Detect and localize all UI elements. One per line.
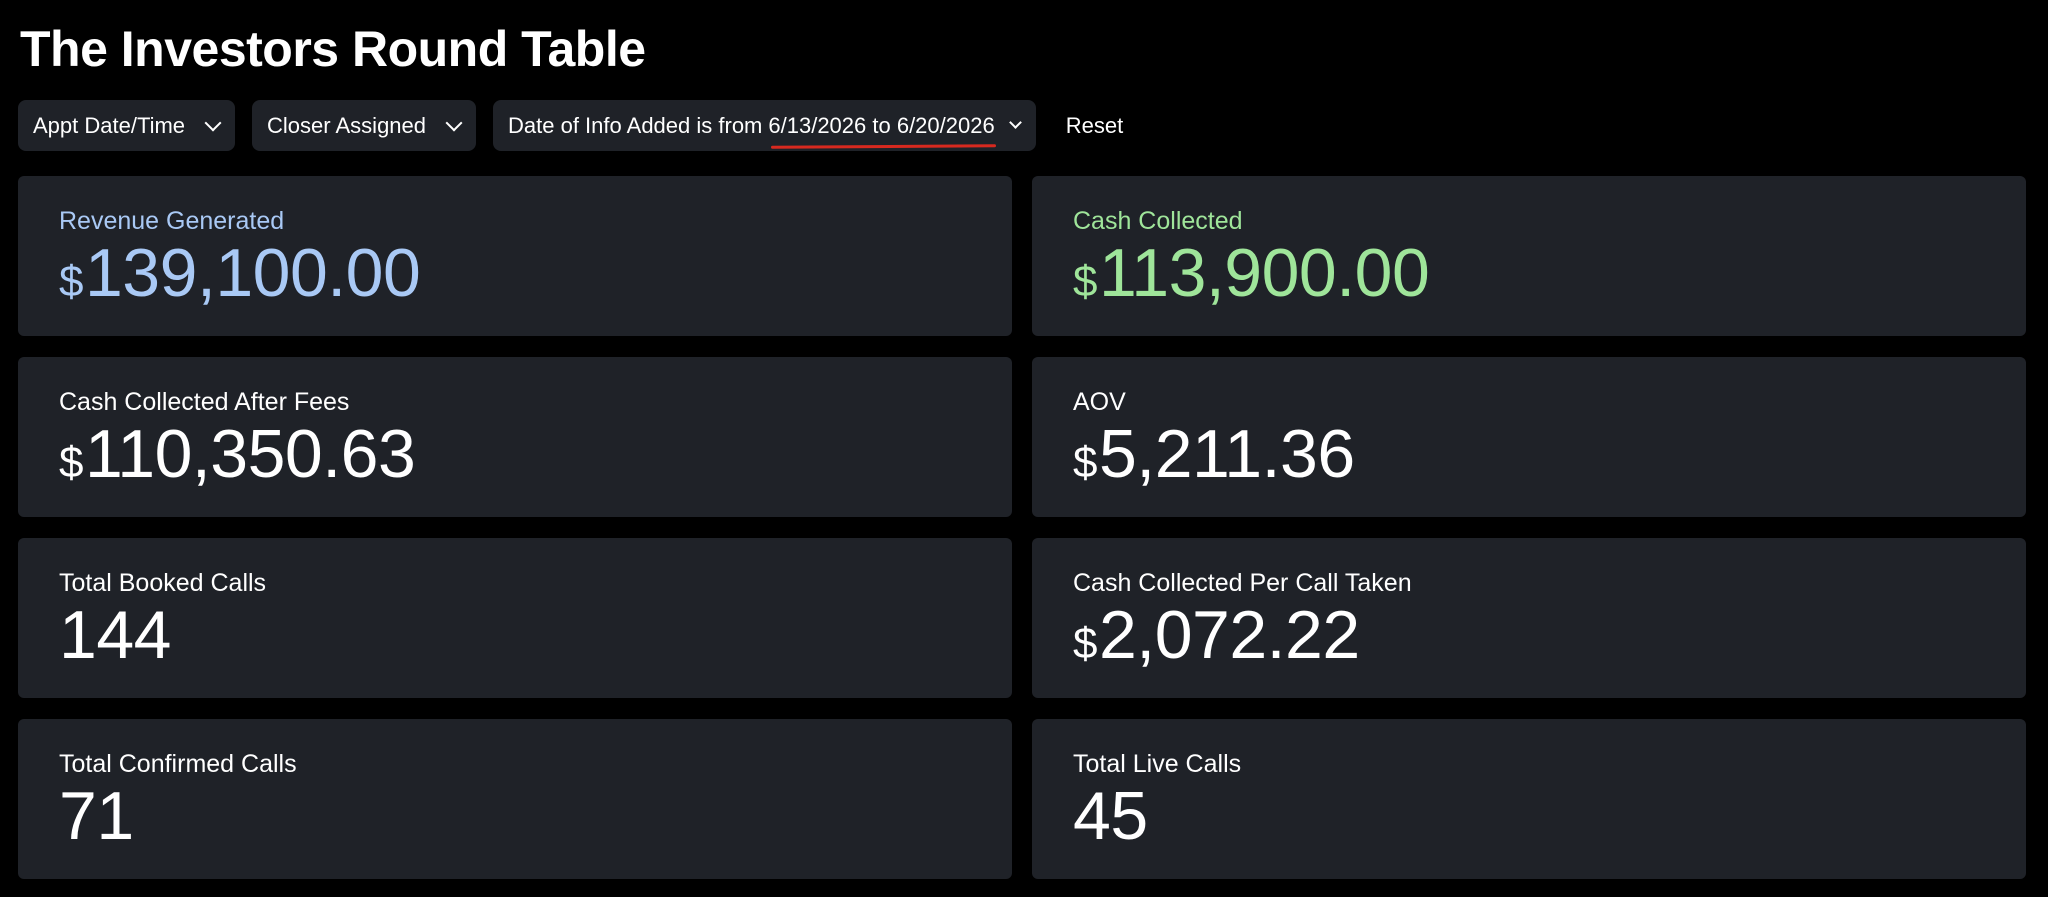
chevron-down-icon bbox=[445, 114, 463, 131]
metric-value: 144 bbox=[59, 596, 1012, 674]
currency-symbol: $ bbox=[59, 438, 83, 487]
date-filter-range: 6/13/2026 to 6/20/2026 bbox=[768, 112, 995, 138]
currency-symbol: $ bbox=[1073, 438, 1097, 487]
metric-number: 139,100.00 bbox=[84, 235, 421, 311]
metric-label: AOV bbox=[1073, 388, 1126, 416]
metric-number: 5,211.36 bbox=[1098, 416, 1355, 492]
metric-value: $5,211.36 bbox=[1073, 415, 2026, 502]
metric-label: Total Live Calls bbox=[1073, 750, 1242, 778]
metric-number: 113,900.00 bbox=[1098, 235, 1430, 311]
metric-label: Cash Collected bbox=[1073, 207, 1243, 235]
currency-symbol: $ bbox=[1073, 257, 1097, 306]
metric-label: Total Confirmed Calls bbox=[59, 750, 297, 778]
total-live-calls-card: Total Live Calls 45 bbox=[1032, 719, 2026, 879]
metric-number: 110,350.63 bbox=[84, 416, 416, 492]
cash-collected-card: Cash Collected $113,900.00 bbox=[1032, 176, 2026, 336]
metric-number: 71 bbox=[59, 778, 134, 854]
metric-value: $2,072.22 bbox=[1073, 596, 2026, 683]
metric-label: Total Booked Calls bbox=[59, 569, 267, 597]
closer-assigned-filter[interactable]: Closer Assigned bbox=[252, 100, 477, 151]
metric-value: $139,100.00 bbox=[59, 234, 1012, 321]
metrics-grid: Revenue Generated $139,100.00 Cash Colle… bbox=[18, 176, 2030, 879]
cash-per-call-card: Cash Collected Per Call Taken $2,072.22 bbox=[1032, 538, 2026, 698]
aov-card: AOV $5,211.36 bbox=[1032, 357, 2026, 517]
chevron-down-icon bbox=[204, 114, 222, 131]
filter-bar: Appt Date/Time Closer Assigned Date of I… bbox=[18, 100, 1123, 151]
reset-button[interactable]: Reset bbox=[1066, 113, 1123, 139]
metric-value: 45 bbox=[1073, 777, 2026, 855]
cash-after-fees-card: Cash Collected After Fees $110,350.63 bbox=[18, 357, 1012, 517]
appt-datetime-filter-label: Appt Date/Time bbox=[33, 112, 186, 138]
currency-symbol: $ bbox=[59, 257, 83, 306]
metric-number: 144 bbox=[59, 597, 171, 673]
total-confirmed-calls-card: Total Confirmed Calls 71 bbox=[18, 719, 1012, 879]
metric-value: 71 bbox=[59, 777, 1012, 855]
metric-label: Cash Collected Per Call Taken bbox=[1073, 569, 1412, 597]
metric-value: $113,900.00 bbox=[1073, 234, 2026, 321]
page-title: The Investors Round Table bbox=[20, 21, 646, 77]
appt-datetime-filter[interactable]: Appt Date/Time bbox=[18, 100, 236, 151]
metric-label: Revenue Generated bbox=[59, 207, 285, 235]
metric-number: 45 bbox=[1073, 778, 1148, 854]
revenue-generated-card: Revenue Generated $139,100.00 bbox=[18, 176, 1012, 336]
chevron-down-icon bbox=[1008, 116, 1022, 129]
metric-label: Cash Collected After Fees bbox=[59, 388, 350, 416]
date-filter-prefix: Date of Info Added is from bbox=[508, 112, 763, 138]
currency-symbol: $ bbox=[1073, 619, 1097, 668]
date-info-added-filter[interactable]: Date of Info Added is from 6/13/2026 to … bbox=[493, 100, 1036, 151]
total-booked-calls-card: Total Booked Calls 144 bbox=[18, 538, 1012, 698]
closer-assigned-filter-label: Closer Assigned bbox=[267, 112, 427, 138]
metric-number: 2,072.22 bbox=[1098, 597, 1360, 673]
metric-value: $110,350.63 bbox=[59, 415, 1012, 502]
